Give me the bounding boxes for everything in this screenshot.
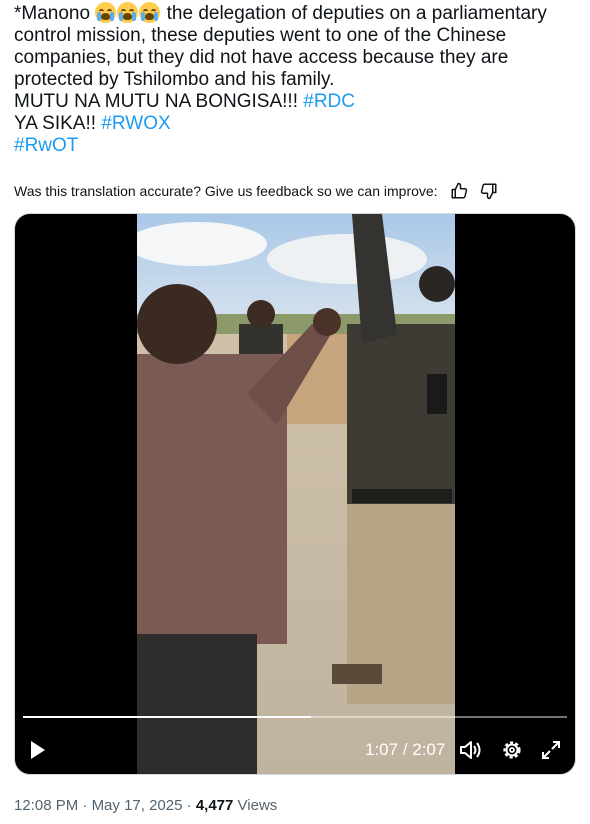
video-progress-fill xyxy=(23,716,312,718)
tweet-line-3: companies, but they did not have access … xyxy=(14,47,509,68)
thumbs-down-icon[interactable] xyxy=(480,182,498,200)
views-label: Views xyxy=(237,797,278,814)
translation-feedback: Was this translation accurate? Give us f… xyxy=(14,182,498,200)
tweet-line-1: *Manono the delegation of deputies on a … xyxy=(14,2,547,24)
play-icon xyxy=(31,741,45,759)
loudly-crying-face-icon xyxy=(117,2,139,23)
volume-icon xyxy=(460,741,481,759)
tweet-line-7: #RwOT xyxy=(14,135,580,157)
hashtag-rdc-link[interactable]: #RDC xyxy=(303,91,355,112)
settings-button[interactable] xyxy=(501,737,523,763)
thumbs-up-icon[interactable] xyxy=(450,182,468,200)
video-player[interactable]: 1:07 / 2:07 xyxy=(14,213,576,775)
gear-icon xyxy=(503,741,521,759)
video-frame[interactable] xyxy=(137,214,455,774)
tweet-metadata: 12:08 PM · May 17, 2025 · 4,477 Views xyxy=(14,797,277,814)
hashtag-rwox-link[interactable]: #RWOX xyxy=(101,113,170,134)
loudly-crying-face-icon xyxy=(139,2,161,23)
video-time-display: 1:07 / 2:07 xyxy=(365,740,446,759)
separator-dot: · xyxy=(186,797,196,814)
tweet-line-4: protected by Tshilombo and his family. xyxy=(14,69,335,90)
play-button[interactable] xyxy=(29,737,47,763)
tweet-text: *Manono the delegation of deputies on a … xyxy=(14,2,580,157)
expand-icon xyxy=(542,741,560,759)
tweet-date[interactable]: May 17, 2025 xyxy=(92,797,183,814)
tweet-line-6: YA SIKA!! #RWOX xyxy=(14,113,171,134)
fullscreen-button[interactable] xyxy=(541,737,561,763)
tweet-time[interactable]: 12:08 PM xyxy=(14,797,78,814)
loudly-crying-face-icon xyxy=(95,2,117,23)
video-progress-bar[interactable] xyxy=(23,716,567,718)
hashtag-rwot-link[interactable]: #RwOT xyxy=(14,135,78,156)
tweet-line-2: control mission, these deputies went to … xyxy=(14,25,507,46)
tweet-line-5: MUTU NA MUTU NA BONGISA!!! #RDC xyxy=(14,91,355,112)
volume-button[interactable] xyxy=(459,737,483,763)
separator-dot: · xyxy=(82,797,92,814)
video-still-image xyxy=(137,214,455,774)
feedback-prompt: Was this translation accurate? Give us f… xyxy=(14,183,438,199)
views-count: 4,477 xyxy=(195,797,234,814)
